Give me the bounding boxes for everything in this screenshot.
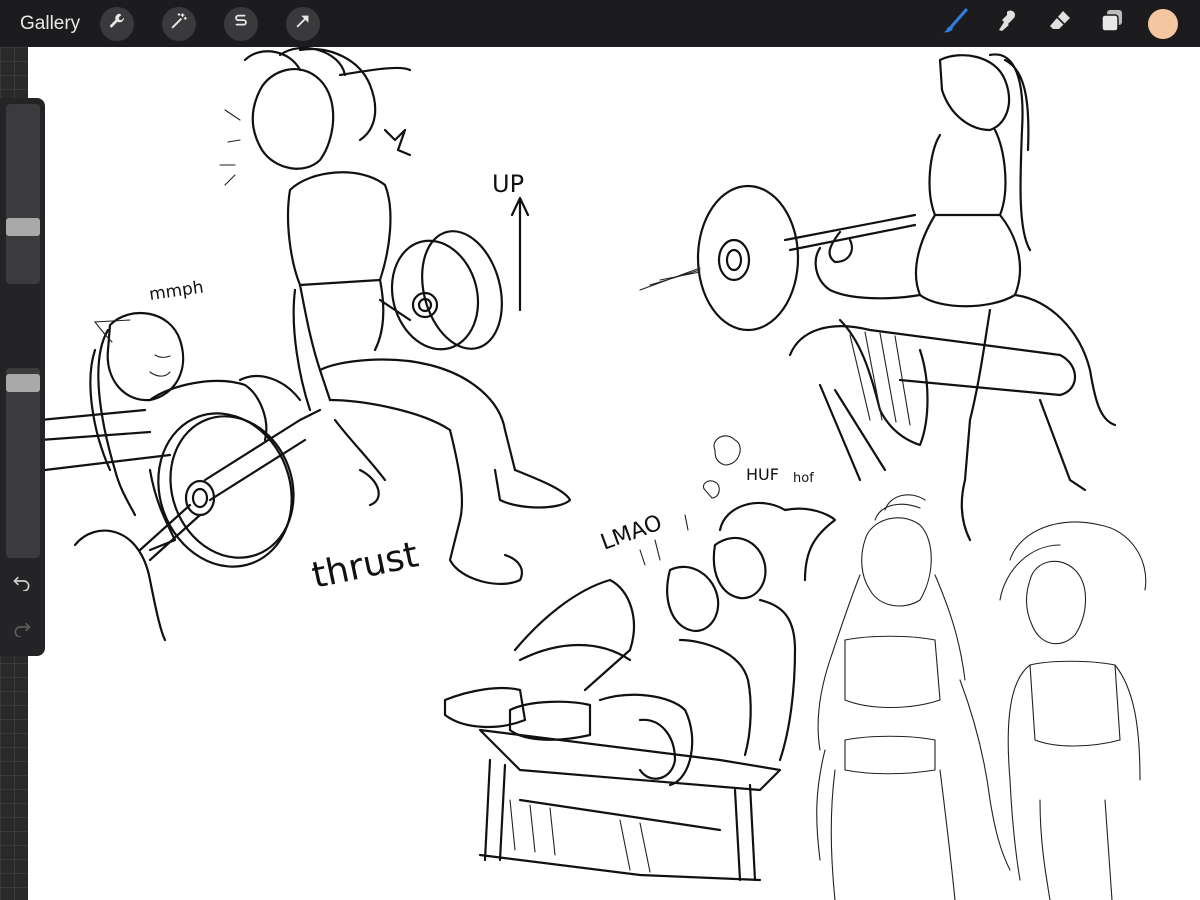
sketch-up-arrow: UP	[492, 170, 530, 312]
annotation-up: UP	[492, 170, 524, 198]
sketch-seated-girl	[814, 53, 1117, 542]
redo-button[interactable]	[9, 616, 35, 642]
annotation-mmph: mmph	[148, 278, 205, 305]
brush-icon	[941, 6, 971, 41]
transform-button[interactable]	[286, 6, 321, 41]
wrench-icon	[108, 12, 126, 35]
redo-icon	[12, 617, 32, 642]
sketch-impact-mark	[383, 128, 412, 157]
brush-size-knob[interactable]	[6, 218, 40, 236]
gallery-button[interactable]: Gallery	[20, 13, 80, 35]
eraser-icon	[1045, 6, 1075, 41]
tool-group	[930, 0, 1188, 47]
annotation-huf: HUF	[746, 465, 779, 484]
sketch-standing-figure-2	[999, 521, 1147, 900]
undo-button[interactable]	[9, 570, 35, 596]
annotation-thrust: thrust	[308, 534, 422, 596]
sketch-standing-figure-1	[816, 494, 1011, 900]
eraser-tool[interactable]	[1034, 0, 1086, 47]
transform-arrow-icon	[294, 12, 312, 35]
brush-size-slider[interactable]	[6, 104, 40, 284]
sketch-plate-right-top	[390, 230, 503, 351]
sketch-standing-girl	[219, 47, 572, 585]
sketch-artwork: UP mmph thrust LMAO HUF hof	[38, 47, 1147, 900]
sketch-puff-clouds	[702, 435, 741, 499]
actions-button[interactable]	[100, 6, 135, 41]
sketch-laughing-pair	[443, 501, 837, 787]
smudge-icon	[993, 6, 1023, 41]
sketch-plate-left	[138, 408, 322, 568]
sketch-bench-right	[788, 318, 1087, 492]
opacity-knob[interactable]	[6, 374, 40, 392]
adjustments-button[interactable]	[162, 6, 197, 41]
color-picker-swatch[interactable]	[1148, 8, 1178, 39]
layers-icon	[1097, 6, 1127, 41]
undo-icon	[12, 571, 32, 596]
layers-tool[interactable]	[1086, 0, 1138, 47]
sketch-lying-girl	[89, 311, 302, 517]
opacity-slider[interactable]	[6, 368, 40, 558]
smudge-tool[interactable]	[982, 0, 1034, 47]
top-toolbar: Gallery	[0, 0, 1200, 47]
left-sidebar	[0, 98, 45, 656]
drawing-canvas[interactable]: UP mmph thrust LMAO HUF hof	[28, 47, 1200, 900]
annotation-lmao: LMAO	[598, 511, 666, 556]
selection-icon	[232, 12, 250, 35]
annotation-hof: hof	[793, 471, 814, 486]
selection-button[interactable]	[224, 6, 259, 41]
sketch-plate-right	[639, 184, 917, 332]
magic-wand-icon	[170, 12, 188, 35]
brush-tool[interactable]	[930, 0, 982, 47]
sketch-bench-bottom	[478, 728, 782, 882]
